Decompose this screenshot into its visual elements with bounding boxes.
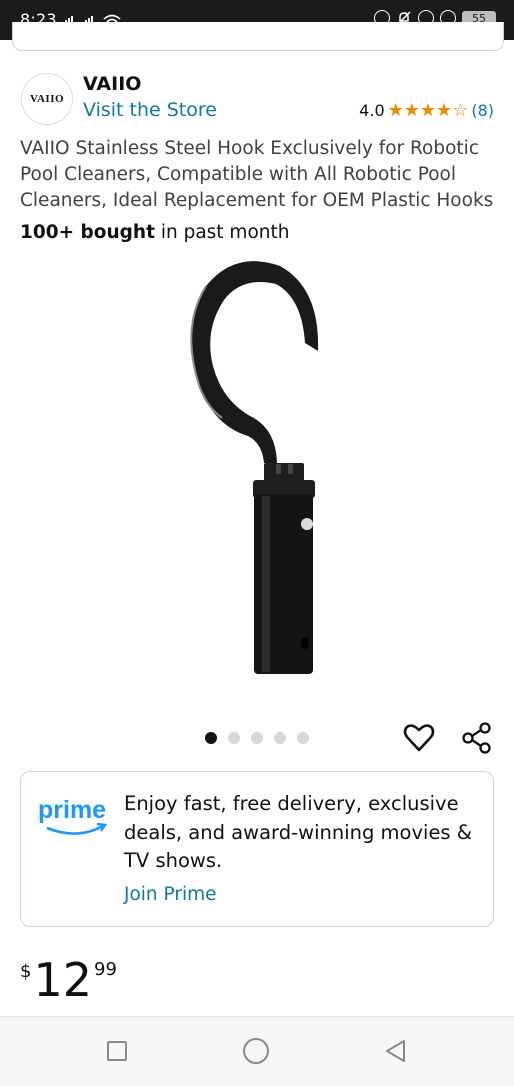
prime-message: Enjoy fast, free delivery, exclusive dea… [124, 792, 473, 872]
prime-logo-text: prime [38, 796, 106, 824]
join-prime-link[interactable]: Join Prime [124, 884, 217, 905]
carousel-dot[interactable] [251, 732, 263, 744]
price-fraction: 99 [94, 959, 117, 980]
star-full-icon: ★ [436, 99, 453, 121]
brand-name: VAIIO [83, 73, 142, 95]
back-icon[interactable] [383, 1038, 409, 1064]
bought-in-past-month: 100+ bought in past month [20, 222, 289, 243]
star-full-icon: ★ [387, 99, 404, 121]
rating-value: 4.0 [359, 101, 385, 120]
product-title: VAIIO Stainless Steel Hook Exclusively f… [20, 138, 494, 211]
brand-logo[interactable]: VAIIO [21, 73, 73, 125]
system-navigation-bar [0, 1016, 514, 1086]
carousel-dot[interactable] [274, 732, 286, 744]
star-full-icon: ★ [403, 99, 420, 121]
star-rating: ★ ★ ★ ★ ☆ [387, 99, 469, 121]
price-whole: 12 [33, 953, 92, 1007]
price: $ 12 99 [20, 955, 117, 1005]
brand-logo-text: VAIIO [29, 93, 65, 105]
carousel-dot[interactable] [297, 732, 309, 744]
prime-promo-card: prime Enjoy fast, free delivery, exclusi… [20, 771, 494, 927]
star-full-icon: ★ [419, 99, 437, 121]
carousel-dot[interactable] [228, 732, 240, 744]
carousel-dot-active[interactable] [205, 732, 217, 744]
home-button[interactable] [243, 1038, 269, 1064]
recent-apps-button[interactable] [107, 1041, 127, 1061]
visit-store-link[interactable]: Visit the Store [83, 99, 217, 121]
price-symbol: $ [20, 961, 32, 982]
search-bar-edge[interactable] [12, 22, 504, 51]
share-icon[interactable] [460, 721, 494, 755]
review-count-link[interactable]: (8) [471, 101, 494, 120]
rating-summary[interactable]: 4.0 ★ ★ ★ ★ ☆ (8) [359, 101, 494, 120]
bought-period: in past month [154, 222, 290, 243]
product-image[interactable] [180, 258, 330, 683]
image-carousel-dots[interactable] [205, 732, 309, 744]
star-empty-icon: ☆ [452, 99, 469, 121]
prime-logo: prime [38, 796, 108, 835]
heart-icon[interactable] [402, 721, 436, 755]
bought-count: 100+ bought [20, 222, 155, 243]
